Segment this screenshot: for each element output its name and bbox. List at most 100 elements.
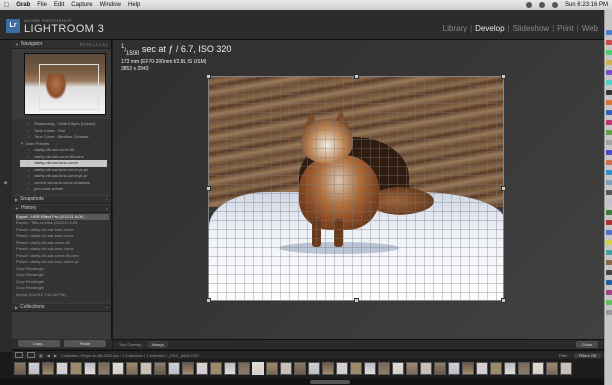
collections-header[interactable]: ▶ Collections + [12, 303, 111, 312]
filmstrip-thumbnail-icon[interactable] [28, 362, 40, 375]
preset-item[interactable]: • pre-crack preset [20, 186, 107, 193]
dock-app-icon[interactable] [606, 80, 612, 85]
filmstrip-thumbnail-icon[interactable] [350, 362, 362, 375]
filmstrip-thumbnail-icon[interactable] [210, 362, 222, 375]
filmstrip-thumbnail-icon[interactable] [224, 362, 236, 375]
dock-app-icon[interactable] [606, 280, 612, 285]
crop-handle-icon[interactable] [354, 74, 359, 79]
copy-button[interactable]: Copy... [18, 340, 60, 347]
filmstrip-source-path[interactable]: Collection / Keys on-All-2011-fox / 1 Co… [61, 353, 199, 358]
dock-app-icon[interactable] [606, 200, 612, 205]
disclosure-triangle-icon[interactable]: ▶ [15, 305, 18, 310]
crop-handle-icon[interactable] [501, 186, 506, 191]
left-panel-collapse-strip[interactable]: ◀ [0, 40, 12, 352]
dock-app-icon[interactable] [606, 120, 612, 125]
scrollbar-thumb[interactable] [310, 380, 350, 384]
apple-icon[interactable]:  [4, 2, 9, 9]
dock-app-icon[interactable] [606, 290, 612, 295]
filmstrip-thumbnail-icon[interactable] [546, 362, 558, 375]
filmstrip-thumbnail-icon[interactable] [378, 362, 390, 375]
disclosure-triangle-icon[interactable]: ▶ [15, 197, 18, 202]
module-develop[interactable]: Develop [475, 24, 504, 33]
dock-app-icon[interactable] [606, 240, 612, 245]
develop-main-view[interactable]: 1/1500 sec at ƒ / 6.7, ISO 320 173 mm (E… [113, 40, 604, 345]
disclosure-triangle-icon[interactable]: ▼ [15, 206, 19, 211]
wifi-icon[interactable] [525, 2, 532, 8]
filmstrip-thumbnail-icon[interactable] [266, 362, 278, 375]
filmstrip-thumbnail-icon[interactable] [518, 362, 530, 375]
dock-app-icon[interactable] [606, 260, 612, 265]
tool-overlay-select[interactable]: Always [147, 341, 169, 348]
volume-icon[interactable] [538, 2, 545, 8]
module-web[interactable]: Web [582, 24, 598, 33]
filmstrip-thumbnail-icon[interactable] [56, 362, 68, 375]
filmstrip-thumbnail-icon[interactable] [154, 362, 166, 375]
module-library[interactable]: Library [443, 24, 467, 33]
filmstrip-thumbnail-icon[interactable] [182, 362, 194, 375]
history-header[interactable]: ▼ History × [12, 204, 111, 213]
dock-app-icon[interactable] [606, 70, 612, 75]
filmstrip-thumbnail-icon[interactable] [448, 362, 460, 375]
filmstrip-thumbnail-icon[interactable] [420, 362, 432, 375]
filmstrip-thumbnail-icon[interactable] [476, 362, 488, 375]
filmstrip-thumbnail-icon[interactable] [434, 362, 446, 375]
dock-app-icon[interactable] [606, 30, 612, 35]
dock-app-icon[interactable] [606, 270, 612, 275]
filmstrip-scrollbar[interactable] [0, 379, 604, 385]
dock-app-icon[interactable] [606, 310, 612, 315]
dock-app-icon[interactable] [606, 50, 612, 55]
module-slideshow[interactable]: Slideshow [513, 24, 549, 33]
filmstrip-thumbnail-icon[interactable] [364, 362, 376, 375]
filmstrip-thumbnail-icon[interactable] [560, 362, 572, 375]
crop-handle-icon[interactable] [206, 186, 211, 191]
menu-app-name[interactable]: Grab [16, 2, 30, 8]
crop-handle-icon[interactable] [354, 298, 359, 303]
menu-file[interactable]: File [37, 2, 47, 8]
battery-icon[interactable] [551, 2, 558, 8]
filmstrip-thumbnail-icon[interactable] [252, 362, 264, 375]
dock-app-icon[interactable] [606, 170, 612, 175]
menu-help[interactable]: Help [128, 2, 140, 8]
dock-app-icon[interactable] [606, 60, 612, 65]
history-item[interactable]: Import (2/12/11 7:44:16 PM) [16, 292, 109, 299]
navigator-zoom-options[interactable]: FIT FILL 1:1 3:1 [80, 42, 108, 47]
add-collection-icon[interactable]: + [106, 305, 108, 310]
filmstrip-thumbnail-icon[interactable] [196, 362, 208, 375]
paste-button[interactable]: Paste [64, 340, 106, 347]
filmstrip-thumbnail-icon[interactable] [532, 362, 544, 375]
menu-edit[interactable]: Edit [54, 2, 64, 8]
dock-app-icon[interactable] [606, 230, 612, 235]
menubar-clock[interactable]: Sun 6:23:16 PM [565, 2, 608, 8]
dock-app-icon[interactable] [606, 100, 612, 105]
crop-handle-icon[interactable] [501, 298, 506, 303]
filmstrip-thumbnail-icon[interactable] [490, 362, 502, 375]
grid-view-icon[interactable]: ▦ [39, 353, 43, 358]
filmstrip-thumbnail-icon[interactable] [280, 362, 292, 375]
filmstrip-thumbnail-icon[interactable] [84, 362, 96, 375]
dock-app-icon[interactable] [606, 140, 612, 145]
dock-app-icon[interactable] [606, 90, 612, 95]
dock-app-icon[interactable] [606, 190, 612, 195]
filmstrip-thumbnail-icon[interactable] [70, 362, 82, 375]
collapse-arrow-icon[interactable]: ◀ [3, 180, 7, 186]
filmstrip-thumbnail-icon[interactable] [462, 362, 474, 375]
navigator-header[interactable]: ▼ Navigator FIT FILL 1:1 3:1 [12, 40, 111, 49]
dock-app-icon[interactable] [606, 160, 612, 165]
menu-window[interactable]: Window [100, 2, 121, 8]
filmstrip-thumbnail-icon[interactable] [392, 362, 404, 375]
filmstrip-thumbnail-icon[interactable] [14, 362, 26, 375]
menu-capture[interactable]: Capture [71, 2, 92, 8]
crop-handle-icon[interactable] [206, 74, 211, 79]
crop-handle-icon[interactable] [501, 74, 506, 79]
filmstrip-thumbnail-icon[interactable] [112, 362, 124, 375]
filmstrip-thumbnail-icon[interactable] [126, 362, 138, 375]
module-print[interactable]: Print [557, 24, 573, 33]
clear-history-icon[interactable]: × [106, 206, 108, 211]
filmstrip-thumbnail-icon[interactable] [98, 362, 110, 375]
navigator-view-frame[interactable] [39, 64, 99, 110]
dock-app-icon[interactable] [606, 130, 612, 135]
dock-app-icon[interactable] [606, 250, 612, 255]
window-2-icon[interactable] [27, 352, 35, 358]
filmstrip[interactable] [12, 359, 604, 379]
dock-app-icon[interactable] [606, 300, 612, 305]
